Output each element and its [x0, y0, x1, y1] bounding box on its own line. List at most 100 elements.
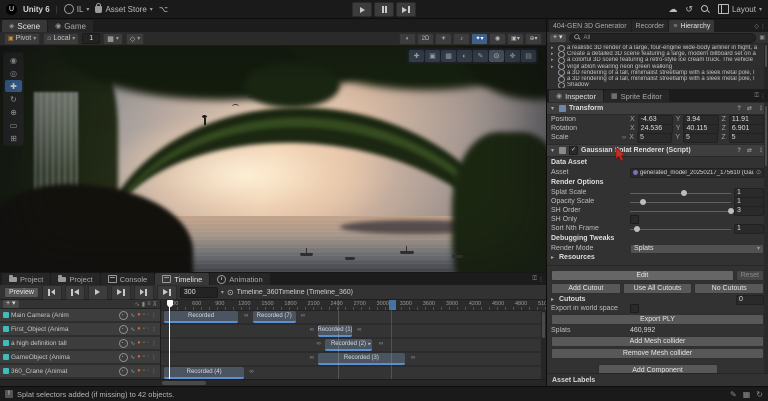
asset-object-field[interactable]: generated_model_20250217_175610 (Gau ⊙ [630, 168, 764, 178]
export-world-space-checkbox[interactable] [630, 304, 639, 313]
tab-404gen[interactable]: 404-GEN 3D Generator [549, 20, 631, 32]
track-curves-icon[interactable]: ∿ [130, 312, 135, 319]
layout-menu[interactable]: Layout▾ [718, 4, 762, 14]
grid-snap-button[interactable]: ▦▾ [103, 33, 123, 45]
hand-tool-icon[interactable]: ◎ [5, 67, 22, 79]
frame-field[interactable]: 300 [180, 287, 218, 298]
timeline-h-scrollbar[interactable] [0, 379, 546, 386]
pause-button[interactable] [374, 2, 394, 17]
clip-view-icon[interactable]: ▮ [142, 301, 145, 308]
tab-scene[interactable]: ◈Scene [2, 20, 47, 32]
visibility-icon[interactable]: ◉ [489, 33, 506, 45]
tab-timeline[interactable]: Timeline [155, 273, 209, 285]
track-lock-icon[interactable]: ▪ [143, 326, 145, 332]
overlay-orbit-icon[interactable]: ◐ [457, 50, 472, 62]
help-icon[interactable]: ? [737, 106, 741, 112]
undo-history-icon[interactable]: ↺ [685, 4, 693, 15]
code-edit-icon[interactable]: ✎ [730, 390, 737, 399]
hierarchy-list[interactable]: ▸a realistic 3D render of a large, four-… [547, 44, 768, 89]
gizmos-dropdown-icon[interactable]: ⊕▾ [525, 33, 542, 45]
tab-hierarchy[interactable]: ≡Hierarchy [669, 20, 714, 32]
play-button[interactable] [352, 2, 372, 17]
overlay-layers-icon[interactable]: ▤ [521, 50, 536, 62]
no-cutouts-button[interactable]: No Cutouts [694, 283, 764, 294]
track-record-icon[interactable]: ● [137, 340, 141, 346]
track-lock-icon[interactable]: ▪ [143, 368, 145, 374]
skip-end-button[interactable] [134, 285, 154, 300]
cutouts-count-field[interactable]: 0 [736, 295, 764, 305]
hierarchy-search-input[interactable]: All [569, 33, 757, 43]
timeline-clip[interactable]: Recorded (7) [253, 311, 296, 323]
prev-frame-button[interactable] [65, 285, 85, 300]
remove-mesh-collider-button[interactable]: Remove Mesh collider [551, 348, 764, 359]
track-binding-icon[interactable] [119, 325, 128, 334]
shading-mode-icon[interactable]: ◐ [399, 33, 416, 45]
tab-project-2[interactable]: Project [51, 273, 99, 285]
edit-button[interactable]: Edit [551, 270, 734, 281]
scale-tool-icon[interactable]: ⊕ [5, 106, 22, 118]
inspector-content[interactable]: ▾ Transform ? ⇄ ⋮ Position X-4.63 Y3.94 … [547, 102, 768, 373]
mixer-icon[interactable]: ≡ [147, 301, 151, 307]
timeline-track-header[interactable]: 360_Crane (Animat∿●▪◦⋮ [0, 365, 160, 377]
track-binding-icon[interactable] [119, 353, 128, 362]
expand-arrow-icon[interactable]: ▸ [551, 51, 556, 57]
lock-icon[interactable]: ⚿ [532, 276, 537, 283]
audio-toggle-icon[interactable]: ♪ [453, 33, 470, 45]
overlay-pan-icon[interactable]: ✥ [505, 50, 520, 62]
overlay-grid-icon[interactable]: ▦ [441, 50, 456, 62]
slider-value-field[interactable]: 3 [734, 206, 764, 216]
object-picker-icon[interactable]: ⊙ [756, 169, 761, 176]
track-lock-icon[interactable]: ▪ [143, 340, 145, 346]
track-menu-icon[interactable]: ⋮ [151, 326, 157, 333]
status-bar[interactable]: ! Splat selectors added (if missing) to … [0, 386, 768, 401]
scene-viewport[interactable]: ◉ ◎ ✚ ↻ ⊕ ▭ ⊞ ✚ ▣ ▦ ◐ ✎ ⊙ ✥ ▤ [0, 46, 546, 272]
kebab-menu-icon[interactable]: ⋮ [760, 93, 766, 100]
sort-nth-frame-slider[interactable] [630, 225, 731, 233]
cloud-icon[interactable]: ☁ [668, 4, 677, 15]
timeline-clip[interactable]: Recorded (4) [164, 367, 244, 379]
panel-options-icon[interactable]: ◇ [754, 23, 759, 30]
presets-icon[interactable]: ⇄ [747, 105, 752, 112]
timeline-track-header[interactable]: Main Camera (Anim∿●▪◦⋮ [0, 309, 160, 321]
overlay-snapshot-icon[interactable]: ▣ [425, 50, 440, 62]
kebab-menu-icon[interactable]: ⋮ [760, 23, 766, 30]
timeline-clips-area[interactable]: 3006009001200150018002100240027003000330… [161, 300, 546, 379]
cache-icon[interactable]: ▦ [743, 390, 751, 399]
track-menu-icon[interactable]: ⋮ [151, 354, 157, 361]
marker-pin-icon[interactable]: ⊼ [153, 301, 157, 308]
render-mode-dropdown[interactable]: Splats▾ [630, 244, 764, 254]
foldout-arrow-icon[interactable]: ▸ [551, 296, 556, 303]
overlay-move-icon[interactable]: ✚ [409, 50, 424, 62]
next-frame-button[interactable] [111, 285, 131, 300]
track-eye-icon[interactable]: ◦ [147, 368, 149, 374]
account-menu[interactable]: IL▾ [64, 4, 90, 14]
track-curves-icon[interactable]: ∿ [130, 340, 135, 347]
search-icon[interactable] [701, 5, 710, 14]
sort-nth-frame-field[interactable]: 1 [734, 224, 764, 234]
play-range-button[interactable] [157, 285, 177, 300]
tab-console[interactable]: Console [101, 273, 155, 285]
hierarchy-item[interactable]: ▸Create a detailed 3D scene featuring a … [551, 51, 768, 57]
tab-game[interactable]: ◉Game [48, 20, 93, 32]
timeline-track-header[interactable]: GameObject (Anima∿●▪◦⋮ [0, 351, 160, 363]
track-menu-icon[interactable]: ⋮ [151, 368, 157, 375]
component-enabled-checkbox[interactable]: ✓ [569, 146, 578, 155]
track-record-icon[interactable]: ● [137, 354, 141, 360]
export-ply-button[interactable]: Export PLY [551, 314, 764, 325]
track-eye-icon[interactable]: ◦ [147, 312, 149, 318]
curves-view-icon[interactable]: ∿ [135, 301, 140, 308]
splat-scale-slider[interactable] [630, 189, 731, 197]
help-icon[interactable]: ? [737, 148, 741, 154]
asset-store-menu[interactable]: Asset Store▾ [95, 5, 152, 14]
pivot-toggle-button[interactable]: ▣Pivot▾ [4, 33, 40, 45]
scale-y-field[interactable]: 5 [683, 133, 718, 143]
track-eye-icon[interactable]: ◦ [147, 340, 149, 346]
local-toggle-button[interactable]: ⌂Local▾ [43, 33, 79, 45]
foldout-arrow-icon[interactable]: ▾ [551, 147, 556, 154]
effects-dropdown-icon[interactable]: ✦▾ [471, 33, 488, 45]
step-button[interactable] [396, 2, 416, 17]
track-record-icon[interactable]: ● [137, 326, 141, 332]
constrain-proportions-icon[interactable]: ∞ [622, 135, 626, 141]
tab-inspector[interactable]: ◉Inspector [549, 90, 603, 102]
lock-icon[interactable]: ⚿ [754, 93, 759, 100]
